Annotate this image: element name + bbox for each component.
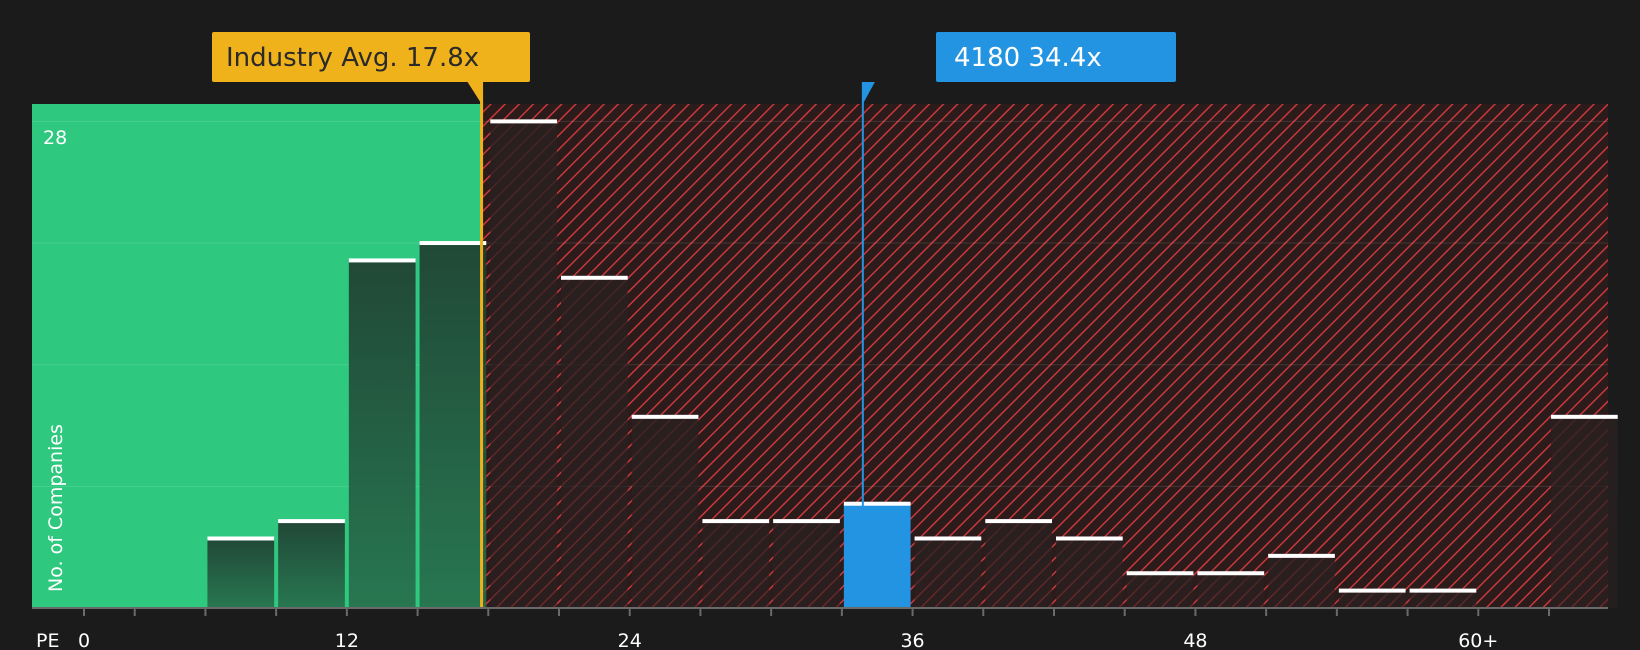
- bar-cap-16: [1197, 571, 1265, 576]
- bar-7: [561, 277, 628, 608]
- bar-19: [1409, 590, 1477, 608]
- company-callout: 4180 34.4x: [936, 32, 1176, 82]
- bar-10: [773, 521, 840, 608]
- bar-15: [1126, 573, 1194, 608]
- bar-cap-21: [1551, 414, 1618, 419]
- x-tick-label-4: 48: [1183, 630, 1207, 650]
- bar-4: [348, 260, 416, 608]
- bar-cap-4: [348, 258, 416, 263]
- x-tick-label-3: 36: [900, 630, 924, 650]
- bar-3: [278, 521, 345, 608]
- x-tick-label-5: 60+: [1458, 630, 1498, 650]
- bar-6: [490, 121, 557, 609]
- bar-cap-2: [207, 536, 275, 541]
- bar-cap-5: [419, 241, 487, 246]
- company-pointer: [862, 82, 875, 104]
- bar-5: [419, 243, 487, 608]
- industry-avg-pointer: [467, 82, 482, 104]
- bar-cap-3: [278, 519, 345, 524]
- x-tick-label-1: 12: [335, 630, 359, 650]
- bar-12: [914, 538, 982, 608]
- bar-cap-13: [985, 519, 1052, 524]
- bar-21: [1551, 416, 1618, 608]
- bar-cap-17: [1268, 553, 1335, 558]
- bar-2: [207, 538, 275, 608]
- bar-cap-7: [561, 275, 628, 280]
- x-tick-label-2: 24: [618, 630, 642, 650]
- industry-avg-callout: Industry Avg. 17.8x: [212, 32, 530, 82]
- industry-avg-label: Industry Avg. 17.8x: [226, 43, 479, 73]
- bar-cap-6: [490, 119, 557, 124]
- bar-cap-10: [773, 519, 840, 524]
- bar-8: [631, 416, 699, 608]
- bar-cap-14: [1056, 536, 1123, 541]
- y-tick-label-28: 28: [43, 127, 67, 149]
- bar-cap-12: [914, 536, 982, 541]
- x-tick-label-0: 0: [78, 630, 90, 650]
- bar-13: [985, 521, 1052, 608]
- bar-cap-15: [1126, 571, 1194, 576]
- x-axis-label: PE: [36, 630, 59, 650]
- bar-14: [1056, 538, 1123, 608]
- y-axis-label: No. of Companies: [45, 424, 67, 592]
- bar-cap-8: [631, 414, 699, 419]
- company-label: 4180 34.4x: [954, 43, 1102, 73]
- pe-distribution-chart: 0 12 24 36 48 60+ 28 No. of Companies PE Indu…: [32, 32, 1618, 650]
- bar-9: [702, 521, 770, 608]
- bar-cap-19: [1409, 588, 1477, 593]
- bar-18: [1338, 590, 1406, 608]
- bar-cap-11: [843, 501, 911, 506]
- bar-cap-18: [1338, 588, 1406, 593]
- bar-16: [1197, 573, 1265, 608]
- bar-11: [843, 503, 911, 608]
- bar-cap-9: [702, 519, 770, 524]
- bar-17: [1268, 555, 1335, 608]
